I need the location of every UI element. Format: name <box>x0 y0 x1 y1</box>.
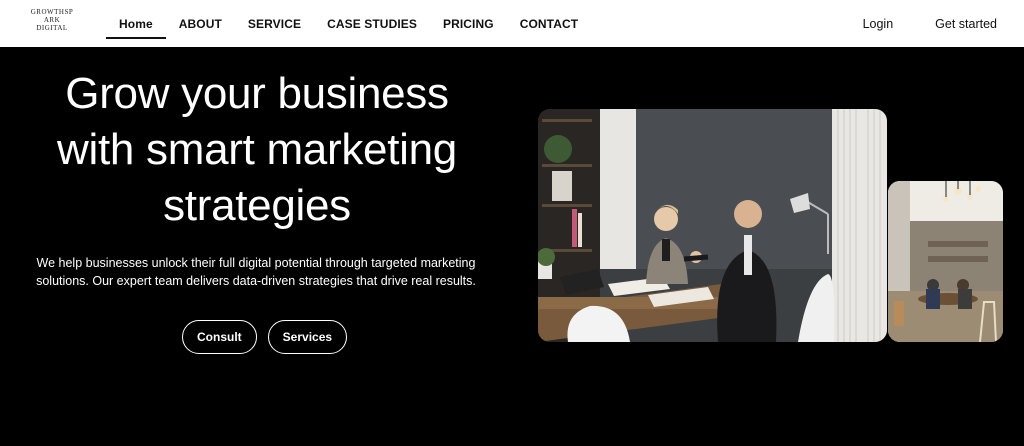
nav-item-service[interactable]: SERVICE <box>235 0 314 47</box>
hero-title-line-1: Grow your business <box>65 69 449 118</box>
logo-line-2: ARK <box>43 16 61 24</box>
services-button[interactable]: Services <box>267 320 348 354</box>
nav-item-case-studies[interactable]: CASE STUDIES <box>314 0 430 47</box>
hero-title-line-3: strategies <box>163 181 351 230</box>
hero-title-line-2: with smart marketing <box>57 125 457 174</box>
hero-subtitle-line-2: solutions. Our expert team delivers data… <box>36 274 476 288</box>
main-nav: Home ABOUT SERVICE CASE STUDIES PRICING … <box>106 0 591 47</box>
office-meeting-photo <box>538 109 887 342</box>
get-started-link[interactable]: Get started <box>935 17 997 31</box>
hero-buttons: Consult Services <box>182 320 348 354</box>
nav-item-about[interactable]: ABOUT <box>166 0 235 47</box>
hero-subtitle: We help businesses unlock their full dig… <box>14 254 498 290</box>
nav-item-contact[interactable]: CONTACT <box>507 0 591 47</box>
nav-item-pricing[interactable]: PRICING <box>430 0 507 47</box>
consult-button[interactable]: Consult <box>182 320 257 354</box>
hero-title: Grow your business with smart marketing … <box>10 66 504 234</box>
logo-line-1: GROWTHSP <box>30 8 74 16</box>
nav-item-home[interactable]: Home <box>106 0 166 47</box>
hero-subtitle-line-1: We help businesses unlock their full dig… <box>36 256 476 270</box>
header-actions: Login Get started <box>863 0 997 47</box>
cafe-interior-photo <box>888 181 1003 342</box>
site-header: GROWTHSP ARK DIGITAL Home ABOUT SERVICE … <box>0 0 1024 47</box>
brand-logo[interactable]: GROWTHSP ARK DIGITAL <box>22 8 82 38</box>
login-link[interactable]: Login <box>863 17 894 31</box>
logo-line-3: DIGITAL <box>36 24 68 32</box>
